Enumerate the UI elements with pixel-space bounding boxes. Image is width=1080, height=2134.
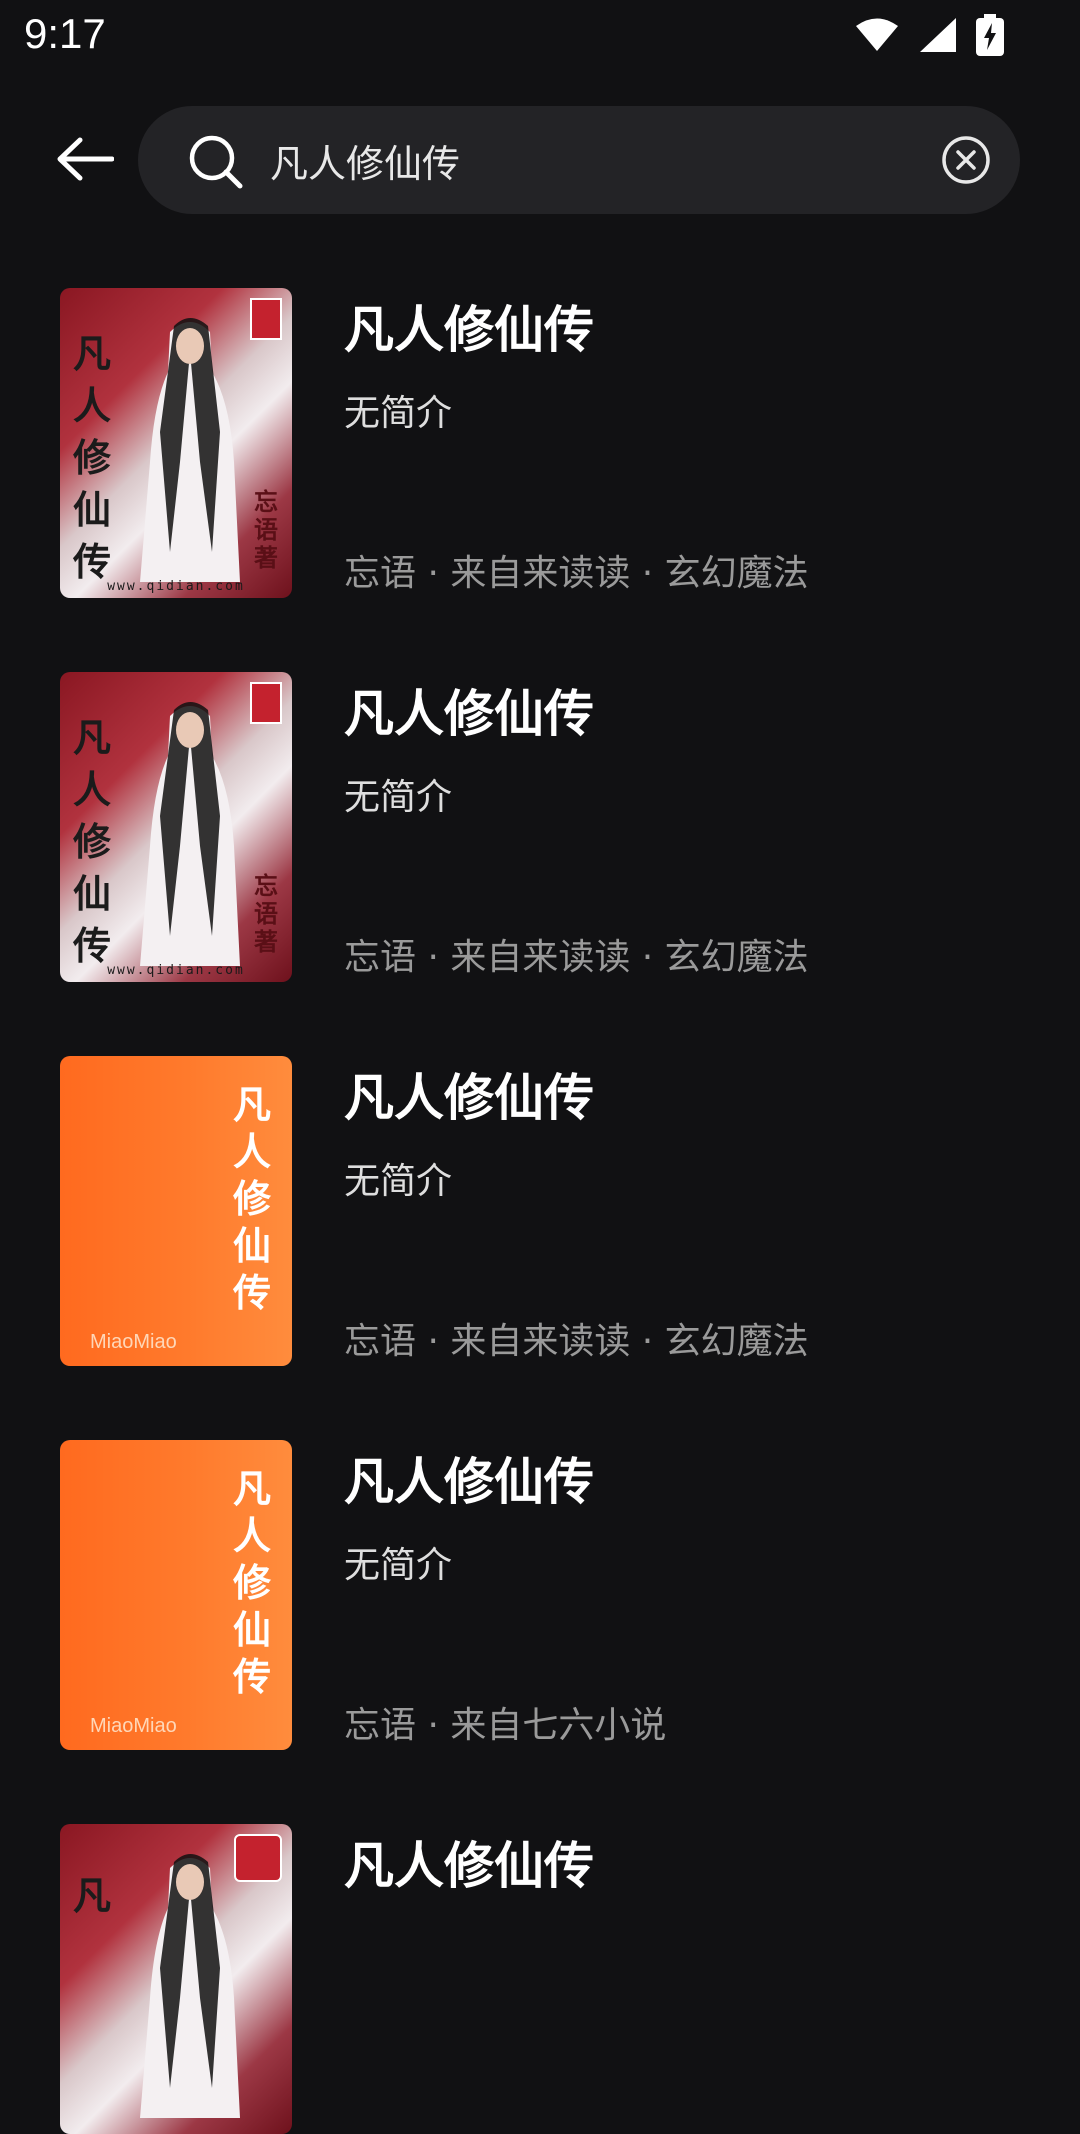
book-meta: 忘语 · 来自七六小说 bbox=[344, 1705, 667, 1746]
cover-figure bbox=[140, 1854, 240, 2118]
book-meta: 忘语 · 来自来读读 · 玄幻魔法 bbox=[344, 553, 809, 594]
back-arrow-icon bbox=[56, 136, 115, 186]
book-cover: 凡 人 修 仙 传 MiaoMiao bbox=[60, 1440, 292, 1750]
book-intro: 无简介 bbox=[344, 393, 453, 434]
search-box[interactable] bbox=[138, 106, 1020, 214]
search-row bbox=[0, 106, 1080, 216]
cover-title: 凡 人 修 仙 传 bbox=[72, 715, 111, 968]
cover-badge bbox=[250, 298, 282, 340]
cover-title: 凡 bbox=[72, 1873, 111, 1918]
book-meta: 忘语 · 来自来读读 · 玄幻魔法 bbox=[344, 937, 809, 978]
status-icons bbox=[854, 14, 1004, 56]
book-title: 凡人修仙传 bbox=[344, 685, 594, 743]
book-title: 凡人修仙传 bbox=[344, 1069, 594, 1127]
book-title: 凡人修仙传 bbox=[344, 1453, 594, 1511]
wifi-icon bbox=[854, 17, 900, 53]
book-cover: 凡 人 修 仙 传 MiaoMiao bbox=[60, 1056, 292, 1366]
cover-title: 凡 人 修 仙 传 bbox=[232, 1467, 271, 1699]
signal-icon bbox=[918, 16, 958, 54]
list-item[interactable]: 凡 人 修 仙 传 MiaoMiao 凡人修仙传 无简介 忘语 · 来自七六小说 bbox=[0, 1440, 1080, 1750]
back-button[interactable] bbox=[40, 128, 130, 194]
book-title: 凡人修仙传 bbox=[344, 301, 594, 359]
cover-author-stamp: 忘语著 bbox=[254, 871, 278, 956]
status-bar: 9:17 bbox=[0, 0, 1080, 72]
book-intro: 无简介 bbox=[344, 1161, 453, 1202]
cover-author-stamp: 忘语著 bbox=[254, 487, 278, 572]
cover-figure bbox=[140, 702, 240, 966]
status-time: 9:17 bbox=[24, 10, 106, 57]
search-icon bbox=[188, 134, 244, 194]
list-item[interactable]: 凡 人 修 仙 传 MiaoMiao 凡人修仙传 无简介 忘语 · 来自来读读 … bbox=[0, 1056, 1080, 1366]
cover-brand: MiaoMiao bbox=[90, 1331, 177, 1353]
book-cover: 凡 人 修 仙 传 忘语著 www.qidian.com bbox=[60, 672, 292, 982]
cover-url: www.qidian.com bbox=[107, 963, 245, 978]
cover-badge bbox=[250, 682, 282, 724]
list-item[interactable]: 凡 人 修 仙 传 忘语著 www.qidian.com 凡人修仙传 无简介 忘… bbox=[0, 288, 1080, 598]
cover-brand: MiaoMiao bbox=[90, 1715, 177, 1737]
book-meta: 忘语 · 来自来读读 · 玄幻魔法 bbox=[344, 1321, 809, 1362]
cover-url: www.qidian.com bbox=[107, 579, 245, 594]
search-input[interactable] bbox=[270, 106, 910, 214]
list-item[interactable]: 凡 人 修 仙 传 忘语著 www.qidian.com 凡人修仙传 无简介 忘… bbox=[0, 672, 1080, 982]
battery-charging-icon bbox=[976, 14, 1004, 56]
clear-icon[interactable] bbox=[940, 134, 992, 186]
book-title: 凡人修仙传 bbox=[344, 1837, 594, 1895]
book-intro: 无简介 bbox=[344, 777, 453, 818]
book-intro: 无简介 bbox=[344, 1545, 453, 1586]
book-cover: 凡 人 修 仙 传 忘语著 www.qidian.com bbox=[60, 288, 292, 598]
list-item[interactable]: 凡 凡人修仙传 bbox=[0, 1824, 1080, 2134]
book-cover: 凡 bbox=[60, 1824, 292, 2134]
cover-figure bbox=[140, 318, 240, 582]
cover-title: 凡 人 修 仙 传 bbox=[72, 331, 111, 584]
cover-badge bbox=[234, 1834, 282, 1882]
cover-title: 凡 人 修 仙 传 bbox=[232, 1083, 271, 1315]
